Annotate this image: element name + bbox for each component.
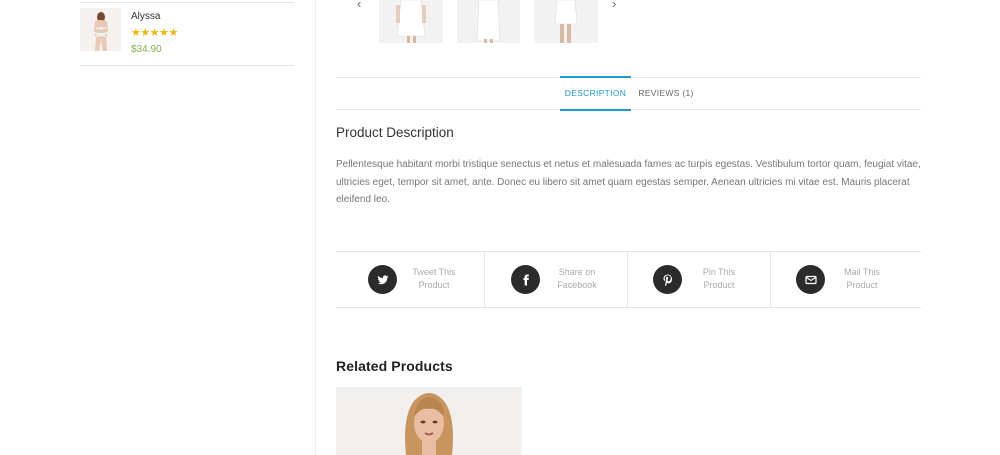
share-label: Mail This Product — [844, 267, 880, 290]
facebook-icon[interactable] — [511, 265, 540, 294]
description-text: Pellentesque habitant morbi tristique se… — [336, 159, 921, 205]
chevron-right-icon[interactable]: › — [612, 0, 616, 11]
share-label: Tweet This Product — [412, 267, 456, 290]
tweet-share-button[interactable]: Tweet This Product — [337, 252, 479, 307]
content-divider — [315, 0, 316, 455]
related-products-heading: Related Products — [336, 358, 453, 374]
sidebar-product-item[interactable]: Alyssa ★★★★★ $34.90 — [80, 0, 294, 66]
product-thumbnail[interactable] — [80, 8, 121, 51]
pinterest-share-button[interactable]: Pin This Product — [622, 252, 764, 307]
product-price: $34.90 — [131, 44, 162, 55]
gallery-thumbnail[interactable] — [379, 0, 443, 43]
mail-share-button[interactable]: Mail This Product — [765, 252, 907, 307]
divider — [336, 307, 921, 308]
description-heading: Product Description — [336, 125, 454, 140]
tab-description[interactable]: DESCRIPTION — [560, 76, 631, 111]
gallery-thumbnail[interactable] — [534, 0, 598, 43]
product-name[interactable]: Alyssa — [131, 11, 160, 22]
mail-icon[interactable] — [796, 265, 825, 294]
pinterest-icon[interactable] — [653, 265, 682, 294]
twitter-icon[interactable] — [368, 265, 397, 294]
star-rating: ★★★★★ — [131, 27, 178, 39]
share-label: Share on Facebook — [557, 267, 597, 290]
related-product-image[interactable] — [336, 387, 522, 455]
chevron-left-icon[interactable]: ‹ — [357, 0, 361, 11]
gallery-thumbnail[interactable] — [457, 0, 520, 43]
tab-reviews[interactable]: REVIEWS (1) — [631, 78, 701, 109]
facebook-share-button[interactable]: Share on Facebook — [480, 252, 622, 307]
share-label: Pin This Product — [702, 267, 736, 290]
